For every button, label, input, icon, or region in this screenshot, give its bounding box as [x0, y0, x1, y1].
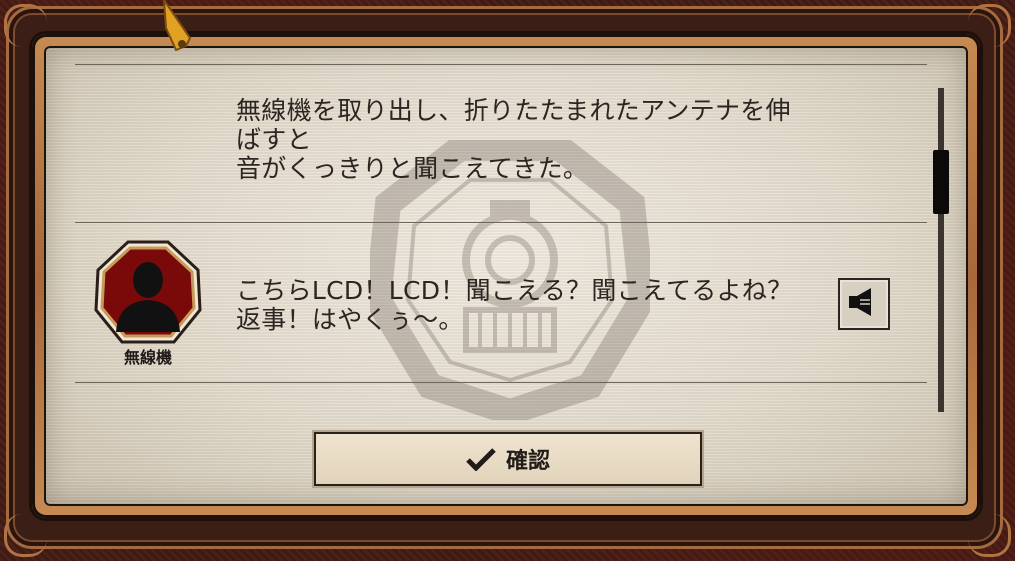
confirm-label: 確認: [505, 449, 550, 474]
frame-corner-ornament: [968, 514, 1011, 557]
message-divider: [75, 64, 927, 65]
message-divider: [75, 222, 927, 223]
scrollbar-track[interactable]: [938, 88, 944, 412]
avatar-silhouette-icon: [94, 240, 202, 344]
dialogue-text: こちらLCD！LCD！聞こえる？聞こえてるよね？ 返事！はやくぅ～。: [236, 276, 793, 334]
message-divider: [75, 382, 927, 383]
confirm-button[interactable]: 確認: [314, 432, 702, 486]
pen-nib-icon: [162, 0, 192, 52]
speaker-name: 無線機: [123, 348, 172, 367]
game-screen: 無線機を取り出し、折りたたまれたアンテナを伸 ばすと 音がくっきりと聞こえてきた…: [0, 0, 1015, 561]
narration-text: 無線機を取り出し、折りたたまれたアンテナを伸 ばすと 音がくっきりと聞こえてきた…: [236, 96, 791, 183]
dialog-panel: 無線機を取り出し、折りたたまれたアンテナを伸 ばすと 音がくっきりと聞こえてきた…: [44, 46, 968, 506]
scrollbar-thumb[interactable]: [933, 150, 949, 214]
checkmark-icon: [466, 448, 496, 471]
speaker-icon: [849, 288, 871, 316]
frame-corner-ornament: [4, 514, 47, 557]
play-voice-button[interactable]: [838, 278, 890, 330]
